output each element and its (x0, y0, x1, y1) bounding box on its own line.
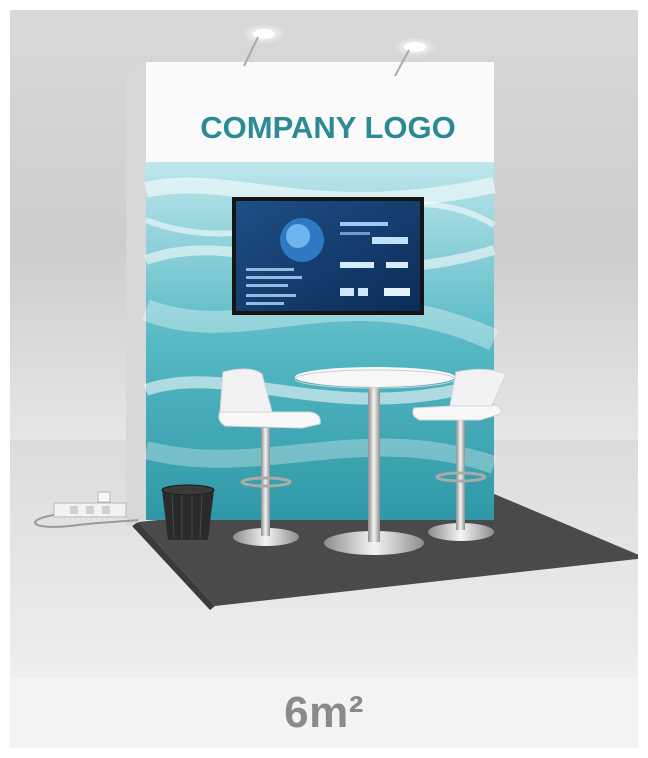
tv-screen (232, 197, 424, 315)
booth-card[interactable]: COMPANY LOGO 6m² (10, 10, 638, 748)
waste-basket (161, 484, 215, 540)
booth-size-label: 6m² (284, 688, 364, 737)
wall-side-panel (126, 62, 146, 526)
booth-image: COMPANY LOGO (10, 10, 638, 678)
company-logo: COMPANY LOGO (200, 110, 455, 145)
caption-bar: 6m² (10, 678, 638, 748)
